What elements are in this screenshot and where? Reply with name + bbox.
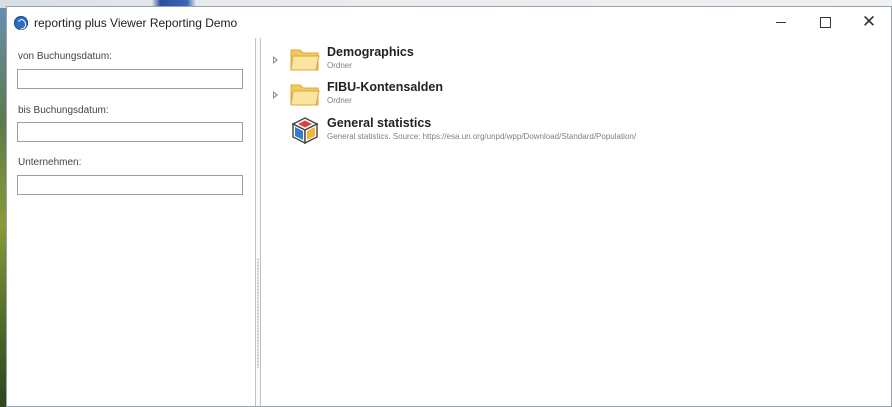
expand-arrow-icon[interactable] (273, 91, 278, 99)
item-subtitle: Ordner (327, 96, 352, 105)
unternehmen-label: Unternehmen: (18, 157, 82, 168)
splitter-grip[interactable] (257, 258, 259, 368)
folder-icon (290, 84, 320, 106)
title-bar[interactable]: reporting plus Viewer Reporting Demo ✕ (7, 7, 891, 38)
item-subtitle: General statistics. Source: https://esa.… (327, 132, 637, 141)
unternehmen-input[interactable] (17, 175, 243, 195)
tree-item-fibu-kontensalden[interactable]: FIBU-Kontensalden Ordner (269, 77, 869, 111)
close-icon: ✕ (861, 12, 877, 32)
minimize-icon (776, 22, 786, 23)
app-window: reporting plus Viewer Reporting Demo ✕ v… (6, 6, 892, 407)
von-buchungsdatum-label: von Buchungsdatum: (18, 51, 112, 62)
bis-buchungsdatum-label: bis Buchungsdatum: (18, 105, 109, 116)
close-button[interactable]: ✕ (847, 7, 891, 38)
item-subtitle: Ordner (327, 61, 352, 70)
item-name: General statistics (327, 116, 432, 130)
maximize-button[interactable] (803, 7, 847, 38)
item-name: FIBU-Kontensalden (327, 80, 443, 94)
app-logo-icon (14, 15, 28, 30)
maximize-icon (819, 17, 831, 28)
cube-icon (291, 117, 319, 144)
report-tree: Demographics Ordner FIBU-Kontensalden Or… (261, 38, 891, 406)
tree-item-general-statistics[interactable]: General statistics General statistics. S… (269, 113, 869, 147)
von-buchungsdatum-input[interactable] (17, 69, 243, 89)
filter-panel: von Buchungsdatum: bis Buchungsdatum: Un… (7, 38, 255, 406)
minimize-button[interactable] (759, 7, 803, 38)
bis-buchungsdatum-input[interactable] (17, 122, 243, 142)
window-title: reporting plus Viewer Reporting Demo (34, 15, 238, 30)
tree-item-demographics[interactable]: Demographics Ordner (269, 42, 869, 76)
expand-arrow-icon[interactable] (273, 56, 278, 64)
folder-icon (290, 49, 320, 71)
item-name: Demographics (327, 45, 414, 59)
